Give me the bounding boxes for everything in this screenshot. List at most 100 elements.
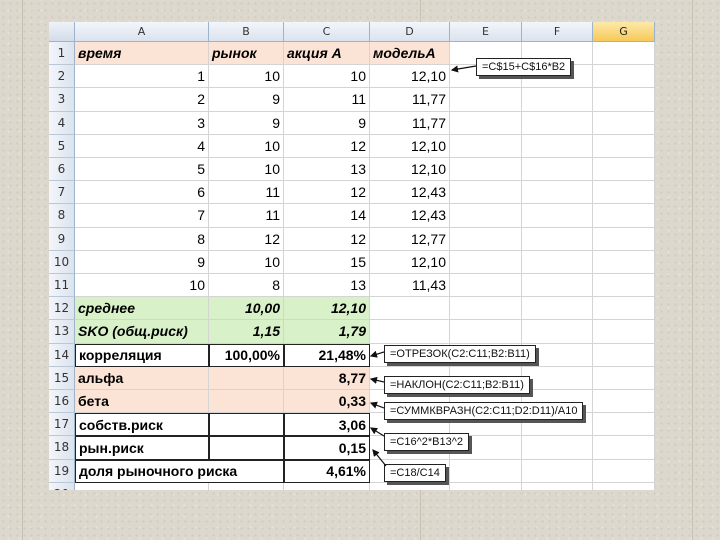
row-header[interactable]: 14 xyxy=(49,343,75,367)
data-cell-stock-a[interactable]: 15 xyxy=(284,250,370,274)
empty-cell[interactable] xyxy=(593,204,655,228)
data-cell-market[interactable]: 9 xyxy=(209,111,284,135)
data-cell-time[interactable]: 2 xyxy=(75,88,209,112)
empty-cell[interactable] xyxy=(209,482,284,490)
value-cell-beta[interactable]: 0,33 xyxy=(284,390,370,414)
row-header[interactable]: 16 xyxy=(49,390,75,414)
row-header[interactable]: 9 xyxy=(49,227,75,251)
empty-cell[interactable] xyxy=(593,42,655,66)
empty-cell[interactable] xyxy=(593,320,655,344)
value-cell-mean-market[interactable]: 10,00 xyxy=(209,297,284,321)
row-header[interactable]: 7 xyxy=(49,181,75,205)
empty-cell[interactable] xyxy=(593,88,655,112)
row-header[interactable]: 3 xyxy=(49,88,75,112)
label-cell-correlation[interactable]: корреляция xyxy=(75,343,209,367)
data-cell-time[interactable]: 1 xyxy=(75,65,209,89)
data-cell-market[interactable]: 10 xyxy=(209,134,284,158)
row-header[interactable]: 1 xyxy=(49,42,75,66)
header-cell-model-a[interactable]: модельА xyxy=(370,42,450,66)
data-cell-model-a[interactable]: 12,10 xyxy=(370,158,450,182)
row-header[interactable]: 17 xyxy=(49,413,75,437)
data-cell-stock-a[interactable]: 13 xyxy=(284,274,370,298)
empty-cell[interactable] xyxy=(522,482,593,490)
empty-cell[interactable] xyxy=(75,482,209,490)
data-cell-stock-a[interactable]: 10 xyxy=(284,65,370,89)
empty-cell[interactable] xyxy=(522,204,593,228)
empty-cell[interactable] xyxy=(593,274,655,298)
data-cell-market[interactable]: 10 xyxy=(209,158,284,182)
empty-cell[interactable] xyxy=(450,88,522,112)
empty-cell[interactable] xyxy=(593,158,655,182)
empty-cell[interactable] xyxy=(522,88,593,112)
empty-cell[interactable] xyxy=(593,436,655,460)
data-cell-market[interactable]: 10 xyxy=(209,65,284,89)
empty-cell[interactable] xyxy=(450,250,522,274)
empty-cell[interactable] xyxy=(522,158,593,182)
empty-cell[interactable] xyxy=(370,482,450,490)
empty-cell[interactable] xyxy=(450,297,522,321)
column-header-e[interactable]: E xyxy=(450,22,522,42)
empty-cell[interactable] xyxy=(209,436,284,460)
data-cell-market[interactable]: 9 xyxy=(209,88,284,112)
row-header[interactable]: 5 xyxy=(49,134,75,158)
empty-cell[interactable] xyxy=(450,181,522,205)
data-cell-model-a[interactable]: 12,10 xyxy=(370,65,450,89)
empty-cell[interactable] xyxy=(450,111,522,135)
empty-cell[interactable] xyxy=(593,65,655,89)
data-cell-market[interactable]: 12 xyxy=(209,227,284,251)
label-cell-alpha[interactable]: альфа xyxy=(75,366,209,390)
empty-cell[interactable] xyxy=(209,390,284,414)
empty-cell[interactable] xyxy=(522,436,593,460)
column-header-d[interactable]: D xyxy=(370,22,450,42)
data-cell-model-a[interactable]: 11,43 xyxy=(370,274,450,298)
value-cell-correlation-market[interactable]: 100,00% xyxy=(209,343,284,367)
empty-cell[interactable] xyxy=(370,297,450,321)
data-cell-time[interactable]: 8 xyxy=(75,227,209,251)
data-cell-time[interactable]: 4 xyxy=(75,134,209,158)
empty-cell[interactable] xyxy=(450,227,522,251)
value-cell-own-risk[interactable]: 3,06 xyxy=(284,413,370,437)
data-cell-stock-a[interactable]: 13 xyxy=(284,158,370,182)
data-cell-stock-a[interactable]: 14 xyxy=(284,204,370,228)
empty-cell[interactable] xyxy=(593,250,655,274)
data-cell-stock-a[interactable]: 9 xyxy=(284,111,370,135)
data-cell-model-a[interactable]: 12,10 xyxy=(370,250,450,274)
data-cell-model-a[interactable]: 12,43 xyxy=(370,181,450,205)
label-cell-own-risk[interactable]: собств.риск xyxy=(75,413,209,437)
empty-cell[interactable] xyxy=(593,297,655,321)
empty-cell[interactable] xyxy=(522,320,593,344)
row-header[interactable]: 10 xyxy=(49,250,75,274)
empty-cell[interactable] xyxy=(522,227,593,251)
header-cell-market[interactable]: рынок xyxy=(209,42,284,66)
data-cell-model-a[interactable]: 12,77 xyxy=(370,227,450,251)
row-header[interactable]: 15 xyxy=(49,366,75,390)
empty-cell[interactable] xyxy=(522,274,593,298)
empty-cell[interactable] xyxy=(522,134,593,158)
empty-cell[interactable] xyxy=(593,390,655,414)
value-cell-market-risk[interactable]: 0,15 xyxy=(284,436,370,460)
empty-cell[interactable] xyxy=(593,134,655,158)
data-cell-time[interactable]: 3 xyxy=(75,111,209,135)
data-cell-stock-a[interactable]: 12 xyxy=(284,134,370,158)
data-cell-stock-a[interactable]: 12 xyxy=(284,227,370,251)
empty-cell[interactable] xyxy=(593,181,655,205)
empty-cell[interactable] xyxy=(450,134,522,158)
data-cell-time[interactable]: 9 xyxy=(75,250,209,274)
data-cell-model-a[interactable]: 12,10 xyxy=(370,134,450,158)
empty-cell[interactable] xyxy=(522,181,593,205)
empty-cell[interactable] xyxy=(370,320,450,344)
empty-cell[interactable] xyxy=(209,366,284,390)
empty-cell[interactable] xyxy=(450,459,522,483)
value-cell-market-risk-share[interactable]: 4,61% xyxy=(284,459,370,483)
column-header-c[interactable]: C xyxy=(284,22,370,42)
empty-cell[interactable] xyxy=(593,366,655,390)
empty-cell[interactable] xyxy=(450,482,522,490)
data-cell-model-a[interactable]: 11,77 xyxy=(370,88,450,112)
label-cell-sko[interactable]: SKO (общ.риск) xyxy=(75,320,209,344)
label-cell-beta[interactable]: бета xyxy=(75,390,209,414)
data-cell-stock-a[interactable]: 12 xyxy=(284,181,370,205)
data-cell-time[interactable]: 6 xyxy=(75,181,209,205)
label-cell-market-risk[interactable]: рын.риск xyxy=(75,436,209,460)
empty-cell[interactable] xyxy=(522,111,593,135)
empty-cell[interactable] xyxy=(593,111,655,135)
